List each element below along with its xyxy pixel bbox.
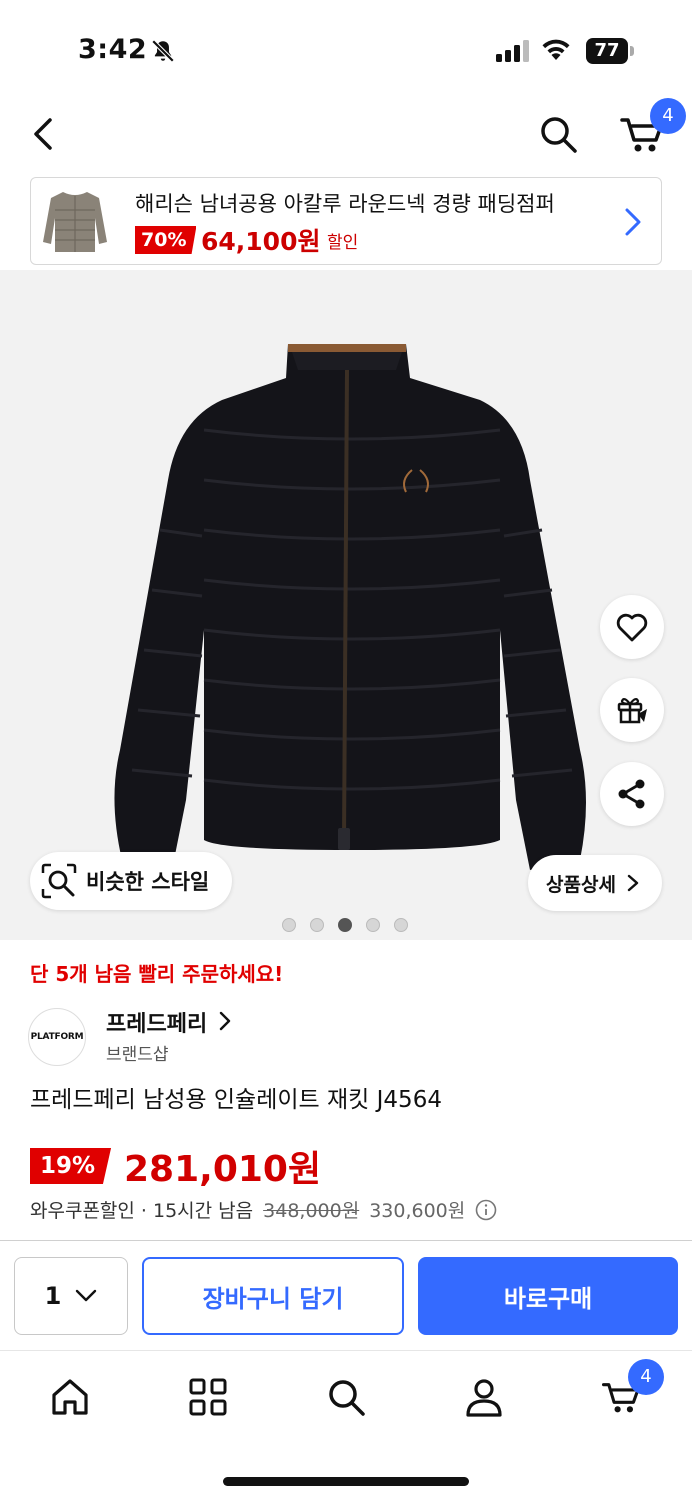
promo-product-thumbnail	[35, 182, 115, 262]
battery-level: 77	[594, 40, 620, 61]
back-icon[interactable]	[24, 112, 64, 156]
share-icon	[618, 779, 645, 809]
brand-logo[interactable]: PLATFORM	[28, 1008, 86, 1066]
wishlist-button[interactable]	[600, 595, 664, 659]
sale-price: 281,010원	[124, 1149, 322, 1190]
top-navigation: 4	[0, 98, 692, 170]
category-grid-icon[interactable]	[186, 1375, 230, 1419]
heart-icon	[616, 613, 648, 642]
product-detail-button[interactable]: 상품상세	[528, 855, 662, 911]
similar-style-label: 비슷한 스타일	[86, 870, 210, 894]
bell-off-icon	[151, 39, 175, 63]
product-title: 프레드페리 남성용 인슐레이트 재킷 J4564	[30, 1087, 442, 1113]
chevron-down-icon	[76, 1289, 97, 1302]
share-button[interactable]	[600, 762, 664, 826]
cart-count-badge: 4	[650, 98, 686, 134]
search-icon[interactable]	[324, 1375, 368, 1419]
coupon-price: 330,600원	[369, 1200, 466, 1222]
user-icon[interactable]	[462, 1375, 506, 1419]
quantity-value: 1	[44, 1282, 62, 1310]
search-icon[interactable]	[536, 112, 580, 156]
pagination-dot[interactable]	[366, 918, 380, 932]
battery-indicator: 77	[586, 38, 634, 64]
pagination-dot[interactable]	[394, 918, 408, 932]
recommended-product-banner[interactable]: 해리슨 남녀공용 아칼루 라운드넥 경량 패딩점퍼 70% 64,100원 할인	[30, 177, 662, 265]
gift-button[interactable]	[600, 678, 664, 742]
discount-badge: 19%	[30, 1148, 112, 1184]
home-indicator	[223, 1477, 469, 1486]
pagination-dot-active[interactable]	[338, 918, 352, 932]
visual-search-icon	[41, 863, 77, 899]
quantity-selector[interactable]: 1	[14, 1257, 128, 1335]
brand-type: 브랜드샵	[106, 1045, 169, 1065]
coupon-label: 와우쿠폰할인 · 15시간 남음	[30, 1200, 254, 1222]
cart-count-badge: 4	[628, 1359, 664, 1395]
info-icon[interactable]	[475, 1199, 497, 1221]
promo-price: 64,100원	[201, 227, 321, 256]
chevron-right-icon	[627, 874, 639, 892]
stock-notice: 단 5개 남음 빨리 주문하세요!	[30, 962, 284, 986]
gift-icon	[617, 697, 647, 724]
brand-name-link[interactable]: 프레드페리	[106, 1006, 207, 1038]
chevron-right-icon	[219, 1011, 231, 1031]
promo-sale-label: 할인	[327, 233, 359, 253]
status-time: 3:42	[78, 34, 148, 65]
wifi-icon	[542, 39, 570, 60]
chevron-right-icon	[625, 208, 641, 236]
status-bar: 3:42 77	[0, 0, 692, 100]
original-price: 348,000원	[263, 1200, 360, 1222]
buy-now-button[interactable]: 바로구매	[418, 1257, 678, 1335]
home-icon[interactable]	[48, 1375, 92, 1419]
similar-style-button[interactable]: 비슷한 스타일	[30, 852, 232, 910]
product-image-gallery[interactable]: 비슷한 스타일 상품상세	[0, 270, 692, 940]
pagination-dot[interactable]	[282, 918, 296, 932]
product-image	[114, 344, 586, 870]
promo-product-title: 해리슨 남녀공용 아칼루 라운드넥 경량 패딩점퍼	[135, 192, 555, 216]
bottom-tab-bar: 4	[0, 1350, 692, 1500]
promo-discount-badge: 70%	[135, 226, 197, 254]
coupon-info: 와우쿠폰할인 · 15시간 남음 348,000원 330,600원	[30, 1196, 497, 1223]
product-detail-label: 상품상세	[546, 873, 616, 896]
purchase-bar: 1 장바구니 담기 바로구매	[0, 1240, 692, 1350]
cellular-signal-icon	[496, 40, 529, 62]
add-to-cart-button[interactable]: 장바구니 담기	[142, 1257, 404, 1335]
pagination-dot[interactable]	[310, 918, 324, 932]
image-pagination	[282, 918, 408, 932]
